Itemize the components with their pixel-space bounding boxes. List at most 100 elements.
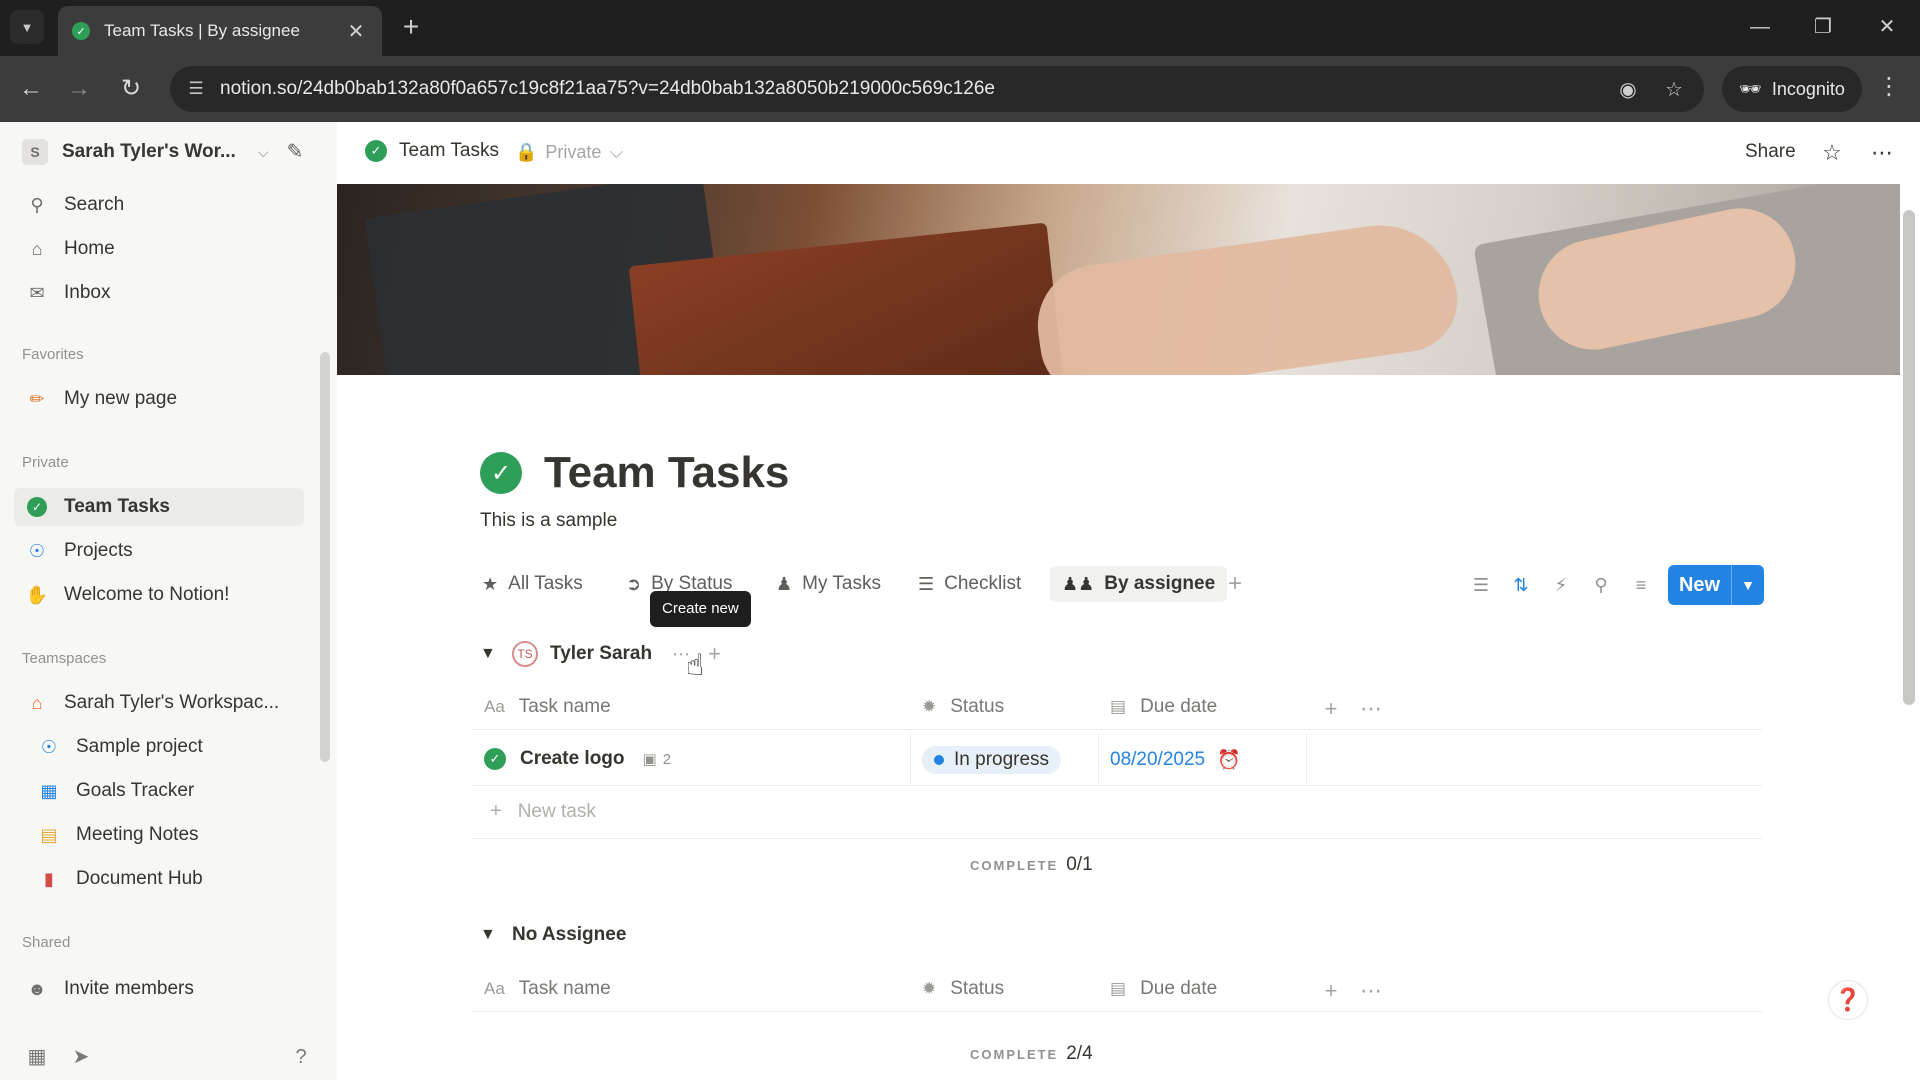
sidebar-item-document-hub[interactable]: ▮ Document Hub [14, 860, 304, 898]
alarm-clock-icon: ⏰ [1217, 750, 1241, 771]
sidebar-item-welcome[interactable]: ✋ Welcome to Notion! [14, 576, 304, 614]
new-button[interactable]: New ▼ [1668, 565, 1764, 605]
calendar-app-icon[interactable]: ▦ [22, 1042, 52, 1072]
column-task-name[interactable]: Aa Task name [484, 696, 611, 718]
sidebar-item-inbox[interactable]: ✉ Inbox [14, 274, 304, 312]
group-name[interactable]: Tyler Sarah [550, 643, 652, 665]
filter-icon[interactable]: ☰ [1468, 572, 1494, 598]
column-status[interactable]: ✹ Status [922, 696, 1004, 718]
sidebar-item-meeting-notes[interactable]: ▤ Meeting Notes [14, 816, 304, 854]
table-row[interactable]: ✓ Create logo ▣ 2 In progress 08/20/2025… [472, 734, 1762, 786]
task-name: Create logo [520, 748, 625, 769]
page-title[interactable]: Team Tasks [544, 448, 789, 498]
browser-tab-bar: ▼ ✓ Team Tasks | By assignee ✕ + — ❐ ✕ [0, 0, 1920, 56]
collapse-caret-icon[interactable]: ▼ [480, 926, 500, 944]
url-text[interactable]: notion.so/24db0bab132a80f0a657c19c8f21aa… [220, 78, 995, 100]
add-view-plus-icon[interactable]: + [1228, 570, 1242, 598]
sidebar-item-goals-tracker[interactable]: ▦ Goals Tracker [14, 772, 304, 810]
search-icon[interactable]: ⚲ [1588, 572, 1614, 598]
sidebar-item-team-tasks[interactable]: ✓ Team Tasks [14, 488, 304, 526]
tab-close-icon[interactable]: ✕ [344, 19, 368, 44]
column-status[interactable]: ✹ Status [922, 978, 1004, 1000]
private-heading[interactable]: Private [22, 454, 69, 471]
comment-count[interactable]: ▣ 2 [643, 750, 672, 769]
add-property-plus-icon[interactable]: + [1318, 696, 1344, 722]
eye-off-icon[interactable]: ◉ [1614, 76, 1642, 104]
mouse-pointer-icon: ☝ [686, 649, 705, 682]
send-icon[interactable]: ➤ [66, 1042, 96, 1072]
incognito-badge[interactable]: 🕶 Incognito [1722, 66, 1862, 112]
privacy-selector[interactable]: 🔒 Private ⌵ [515, 142, 623, 163]
page-check-icon[interactable]: ✓ [480, 452, 522, 494]
share-button[interactable]: Share [1745, 141, 1796, 163]
sidebar-item-workspace-teamspace[interactable]: ⌂ Sarah Tyler's Workspac... [14, 684, 304, 722]
new-button-label[interactable]: New [1668, 565, 1732, 605]
new-task-row[interactable]: + New task [490, 800, 596, 823]
column-more-icon[interactable]: ⋯ [1358, 978, 1384, 1004]
group-name[interactable]: No Assignee [512, 924, 626, 946]
help-circle-icon[interactable]: ? [286, 1042, 316, 1072]
task-name-cell[interactable]: ✓ Create logo ▣ 2 [484, 748, 671, 770]
back-arrow-icon[interactable]: ← [14, 72, 48, 106]
bookmark-star-icon[interactable]: ☆ [1660, 76, 1688, 104]
reload-icon[interactable]: ↻ [114, 72, 148, 106]
column-header-row: Aa Task name ✹ Status ▤ Due date + ⋯ [472, 968, 1762, 1012]
restore-icon[interactable]: ❐ [1803, 12, 1843, 42]
goals-icon: ▦ [40, 780, 58, 801]
more-options-icon[interactable]: ⋯ [1867, 138, 1897, 168]
column-task-name[interactable]: Aa Task name [484, 978, 611, 1000]
sidebar-item-sample-project[interactable]: ☉ Sample project [14, 728, 304, 766]
workspace-switcher[interactable]: S Sarah Tyler's Wor... ⌵ ✎ [14, 132, 319, 172]
tab-title: Team Tasks | By assignee [104, 21, 300, 40]
site-info-icon[interactable]: ☰ [184, 77, 208, 101]
tab-checklist[interactable]: ☰ Checklist [906, 566, 1033, 602]
due-date-cell[interactable]: 08/20/2025 ⏰ [1110, 748, 1241, 772]
complete-label: COMPLETE [970, 1047, 1059, 1062]
group-complete-summary[interactable]: COMPLETE 2/4 [970, 1043, 1093, 1065]
tab-by-assignee[interactable]: ♟♟ By assignee [1050, 566, 1228, 602]
sidebar-item-invite-members[interactable]: ☻ Invite members [14, 970, 304, 1008]
browser-menu-icon[interactable]: ⋮ [1874, 72, 1904, 101]
tab-all-tasks[interactable]: ★ All Tasks [470, 566, 595, 602]
column-label: Status [950, 978, 1005, 999]
sidebar-item-home[interactable]: ⌂ Home [14, 230, 304, 268]
status-badge[interactable]: In progress [922, 746, 1062, 774]
automation-bolt-icon[interactable]: ⚡ [1548, 572, 1574, 598]
sidebar-item-search[interactable]: ⚲ Search [14, 186, 304, 224]
page-scrollbar[interactable] [1903, 210, 1915, 705]
favorite-star-icon[interactable]: ☆ [1817, 138, 1847, 168]
tab-my-tasks[interactable]: ♟ My Tasks [764, 566, 893, 602]
breadcrumb[interactable]: ✓ Team Tasks [365, 140, 499, 162]
new-tab-plus-icon[interactable]: + [396, 12, 426, 42]
forward-arrow-icon[interactable]: → [62, 72, 96, 106]
add-property-plus-icon[interactable]: + [1318, 978, 1344, 1004]
teamspaces-heading[interactable]: Teamspaces [22, 650, 106, 667]
column-due-date[interactable]: ▤ Due date [1110, 696, 1217, 718]
column-more-icon[interactable]: ⋯ [1358, 696, 1384, 722]
sidebar-item-projects[interactable]: ☉ Projects [14, 532, 304, 570]
window-close-icon[interactable]: ✕ [1867, 12, 1907, 42]
column-due-date[interactable]: ▤ Due date [1110, 978, 1217, 1000]
omnibox[interactable]: ☰ notion.so/24db0bab132a80f0a657c19c8f21… [170, 66, 1704, 112]
cover-hand-shape [1029, 215, 1465, 375]
new-page-compose-icon[interactable]: ✎ [281, 138, 309, 166]
sidebar-scrollbar[interactable] [320, 352, 330, 762]
sidebar-item-label: Sample project [76, 736, 203, 757]
sidebar: S Sarah Tyler's Wor... ⌵ ✎ ⚲ Search ⌂ Ho… [0, 122, 337, 1080]
favorites-heading[interactable]: Favorites [22, 346, 84, 363]
status-dot [934, 755, 944, 765]
tab-search-chevron-icon[interactable]: ▼ [10, 10, 44, 44]
sort-icon[interactable]: ⇅ [1508, 572, 1534, 598]
workspace-name: Sarah Tyler's Wor... [62, 141, 236, 162]
collapse-caret-icon[interactable]: ▼ [480, 645, 500, 663]
sidebar-item-my-new-page[interactable]: ✏ My new page [14, 380, 304, 418]
group-complete-summary[interactable]: COMPLETE 0/1 [970, 854, 1093, 876]
view-settings-icon[interactable]: ≡ [1628, 572, 1654, 598]
sidebar-item-label: Goals Tracker [76, 780, 195, 801]
minimize-icon[interactable]: — [1740, 12, 1780, 42]
page-description[interactable]: This is a sample [480, 510, 617, 532]
browser-tab[interactable]: ✓ Team Tasks | By assignee ✕ [58, 6, 382, 56]
chevron-down-icon[interactable]: ▼ [1732, 577, 1764, 593]
shared-heading[interactable]: Shared [22, 934, 70, 951]
notion-ai-help-icon[interactable]: ❓ [1828, 980, 1868, 1020]
